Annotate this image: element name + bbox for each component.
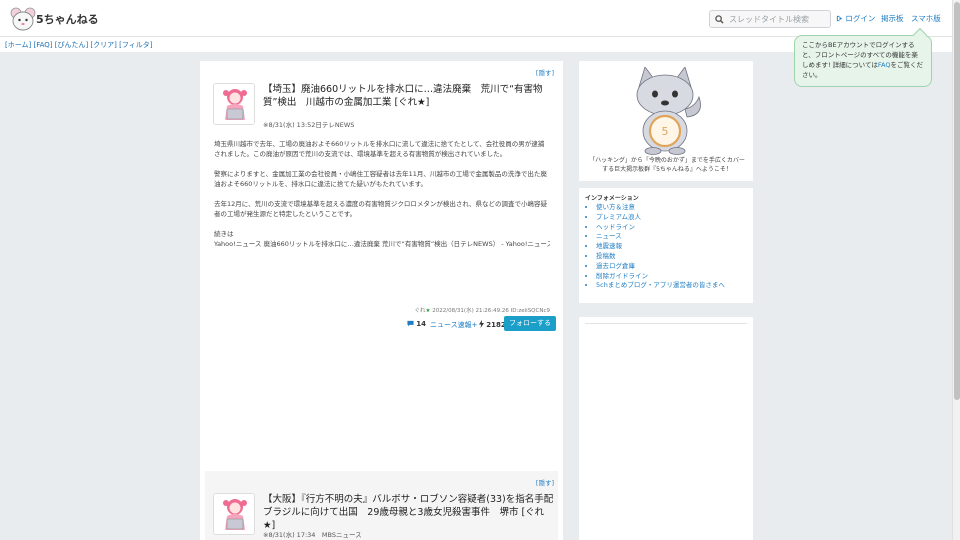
- page-scrollbar[interactable]: [952, 0, 960, 540]
- info-link-premium[interactable]: プレミアム浪人: [596, 213, 725, 223]
- body-paragraph: 去年12月に、荒川の支流で環境基準を超える濃度の有害物質ジクロロメタンが検出され…: [214, 200, 547, 218]
- info-link-headline[interactable]: ヘッドライン: [596, 223, 725, 233]
- logo-text: 5ちゃんねる: [36, 13, 99, 26]
- info-link-earthquake[interactable]: 地震速報: [596, 242, 725, 252]
- sidebar-divider: [585, 323, 747, 324]
- body-paragraph: 埼玉県川越市で去年、工場の廃油およそ660リットルを排水口に流して違法に捨てたと…: [214, 140, 545, 158]
- comment-count-value: 14: [416, 320, 426, 328]
- information-box: インフォメーション 使い方＆注意 プレミアム浪人 ヘッドライン ニュース 地震速…: [579, 188, 753, 303]
- bolt-icon: [479, 320, 484, 328]
- info-link-deletion[interactable]: 削除ガイドライン: [596, 272, 725, 282]
- thread-title[interactable]: 【大阪】『行方不明の夫』バルボサ・ロブソン容疑者(33)を指名手配 ブラジルに向…: [263, 493, 563, 532]
- body-more: 続きは: [214, 230, 234, 238]
- ad-area: [205, 339, 558, 467]
- welcome-text: 「ハッキング」から「今晩のおかず」までを手広くカバーする巨大掲示板群『5ちゃんね…: [589, 157, 745, 173]
- board-category-link[interactable]: ニュース速報+: [430, 320, 478, 330]
- board-mascot-thumbnail[interactable]: [213, 493, 255, 535]
- login-icon: [836, 15, 843, 22]
- be-login-tooltip: ここからBEアカウントでログインすると、フロントページのすべての機能を楽しめます…: [794, 27, 932, 87]
- info-link-usage[interactable]: 使い方＆注意: [596, 203, 725, 213]
- thread-source-meta: ※8/31(水) 13:52日テレNEWS: [263, 121, 355, 129]
- thread-card: [隠す] 【埼玉】廃油660リットルを排水口に…違法廃棄 荒川で“有害物質”検出…: [205, 61, 558, 336]
- thread-source-meta: ※8/31(水) 17:34 MBSニュース: [263, 531, 362, 539]
- svg-text:5: 5: [662, 125, 669, 138]
- search-icon: [715, 15, 724, 24]
- hide-link[interactable]: [隠す]: [536, 67, 554, 77]
- thread-card: [隠す] 【大阪】『行方不明の夫』バルボサ・ロブソン容疑者(33)を指名手配 ブ…: [205, 471, 563, 540]
- poster-date-id: 2022/08/31(水) 21:26:49.26 ID:zeiiSQCNc9: [430, 308, 550, 314]
- comment-icon: [407, 320, 414, 327]
- score: 2182: [479, 320, 506, 329]
- welcome-box: 5 「ハッキング」から「今晩のおかず」までを手広くカバーする巨大掲示板群『5ちゃ…: [579, 61, 753, 181]
- poster-info: ぐれ★ 2022/08/31(水) 21:26:49.26 ID:zeiiSQC…: [415, 306, 550, 314]
- poster-name: ぐれ: [414, 308, 426, 314]
- search-placeholder: スレッドタイトル検索: [729, 15, 809, 24]
- info-link-news[interactable]: ニュース: [596, 232, 725, 242]
- info-link-bloggers[interactable]: 5chまとめブログ・アプリ運営者の皆さまへ: [596, 281, 725, 291]
- information-title: インフォメーション: [585, 195, 639, 202]
- header: 5ちゃんねる スレッドタイトル検索 ログイン 掲示板 スマホ版: [0, 0, 952, 37]
- body-paragraph: 警察によりますと、金属加工業の会社役員・小嶋住工容疑者は去年11月、川越市の工場…: [214, 170, 547, 188]
- login-label: ログイン: [845, 14, 876, 23]
- thread-body: 埼玉県川越市で去年、工場の廃油およそ660リットルを排水口に流して違法に捨てたと…: [214, 139, 550, 249]
- information-list: 使い方＆注意 プレミアム浪人 ヘッドライン ニュース 地震速報 投稿数 過去ログ…: [596, 203, 725, 291]
- smartphone-link[interactable]: スマホ版: [911, 13, 941, 24]
- score-value: 2182: [486, 321, 506, 329]
- main-thread-column: [隠す] 【埼玉】廃油660リットルを排水口に…違法廃棄 荒川で“有害物質”検出…: [200, 61, 563, 540]
- info-link-archive[interactable]: 過去ログ倉庫: [596, 262, 725, 272]
- comment-count[interactable]: 14: [407, 320, 426, 328]
- sidebar-ad-box: [579, 317, 753, 540]
- site-logo[interactable]: 5ちゃんねる: [8, 6, 99, 32]
- info-link-post-count[interactable]: 投稿数: [596, 252, 725, 262]
- wolf-mascot-icon: 5: [636, 67, 701, 155]
- login-link[interactable]: ログイン: [836, 13, 875, 24]
- thread-title[interactable]: 【埼玉】廃油660リットルを排水口に…違法廃棄 荒川で“有害物質”検出 川越市の…: [263, 83, 555, 109]
- tooltip-faq-link[interactable]: FAQ: [878, 61, 891, 69]
- board-mascot-thumbnail[interactable]: [213, 83, 255, 125]
- thread-search-input[interactable]: スレッドタイトル検索: [709, 10, 831, 28]
- scrollbar-thumb[interactable]: [954, 2, 960, 400]
- body-fade-overlay: [205, 251, 558, 281]
- thread-actions: 14 ニュース速報+ 2182 フォローする: [205, 316, 558, 332]
- hide-link[interactable]: [隠す]: [536, 477, 554, 487]
- board-link[interactable]: 掲示板: [881, 13, 904, 24]
- nav-links[interactable]: [ホーム] [FAQ] [ぴんたん] [クリア] [フィルタ]: [5, 40, 152, 50]
- body-source-link[interactable]: Yahoo!ニュース 廃油660リットルを排水口に…違法廃棄 荒川で“有害物質”…: [214, 239, 550, 249]
- follow-button[interactable]: フォローする: [504, 316, 556, 331]
